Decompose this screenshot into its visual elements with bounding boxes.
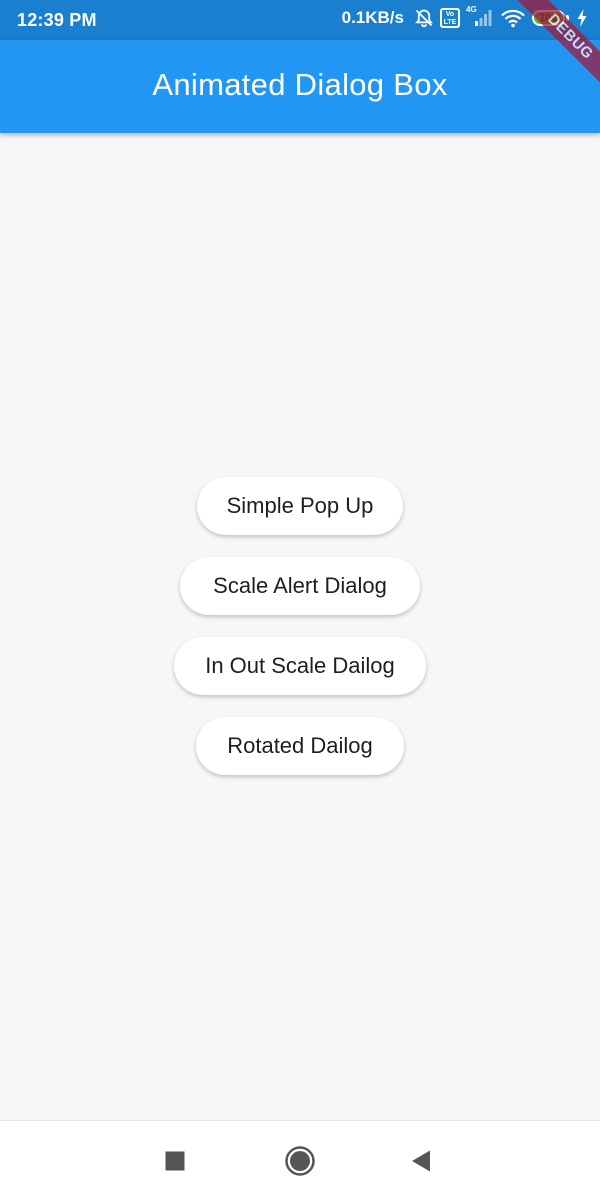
status-bar: 12:39 PM 0.1KB/s Vo LTE 4G 100 [0,0,600,40]
alarm-off-icon [414,8,434,28]
system-nav-bar [0,1120,600,1201]
app-bar: Animated Dialog Box [0,40,600,133]
scale-alert-dialog-button[interactable]: Scale Alert Dialog [180,557,420,615]
wifi-icon [500,8,526,28]
in-out-scale-dialog-button[interactable]: In Out Scale Dailog [174,637,426,695]
signal-icon: 4G [466,5,494,28]
recents-icon [165,1151,185,1171]
battery-cap [566,15,569,21]
main-content: Simple Pop Up Scale Alert Dialog In Out … [0,133,600,1120]
status-icons: 0.1KB/s Vo LTE 4G 100 [341,5,588,28]
charging-icon [576,8,588,28]
network-speed: 0.1KB/s [341,8,404,27]
volte-icon: Vo LTE [440,8,460,28]
recents-button[interactable] [155,1141,195,1181]
back-button[interactable] [401,1141,441,1181]
page-title: Animated Dialog Box [152,67,448,102]
home-icon [285,1146,315,1176]
battery-icon: 100 [532,9,570,27]
home-button[interactable] [280,1141,320,1181]
back-icon [412,1150,430,1172]
status-time: 12:39 PM [17,10,97,30]
simple-pop-up-button[interactable]: Simple Pop Up [197,477,403,535]
rotated-dialog-button[interactable]: Rotated Dailog [196,717,404,775]
battery-level: 100 [539,12,558,24]
